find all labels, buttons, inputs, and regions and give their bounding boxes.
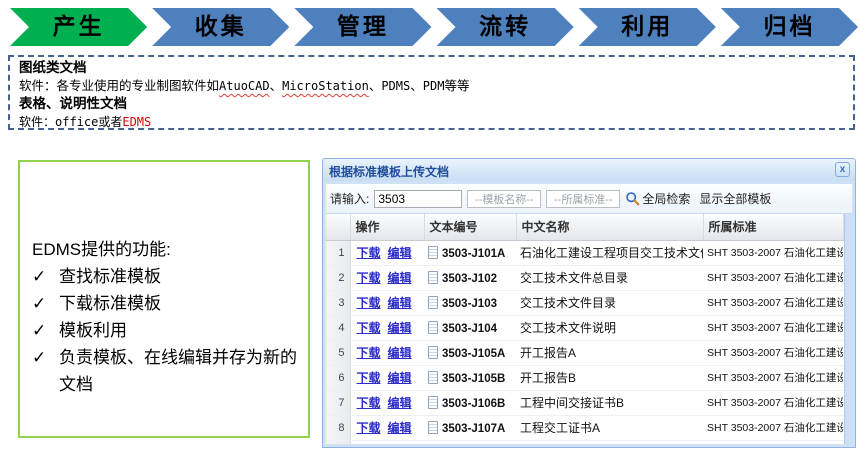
- edms-term: EDMS: [122, 115, 151, 129]
- dialog-titlebar[interactable]: 根据标准模板上传文档 x: [323, 159, 855, 181]
- note-line-drawing-software: 软件：各专业使用的专业制图软件如AtuoCAD、MicroStation、PDM…: [19, 77, 844, 95]
- search-icon: [625, 191, 640, 206]
- edms-features-box: EDMS提供的功能: ✓ 查找标准模板 ✓ 下载标准模板 ✓ 模板利用 ✓ 负责…: [18, 160, 310, 438]
- software-term: PDMS: [381, 79, 410, 93]
- flow-step-use[interactable]: 利用: [579, 8, 716, 46]
- list-item: ✓ 模板利用: [32, 317, 304, 344]
- table-row: 7 下载编辑 3503-J106B 工程中间交接证书B SHT 3503-200…: [326, 390, 843, 415]
- edit-link[interactable]: 编辑: [388, 246, 412, 260]
- name-header[interactable]: 中文名称: [516, 214, 703, 240]
- download-link[interactable]: 下载: [357, 346, 381, 360]
- document-icon: [428, 271, 438, 284]
- software-term: AtuoCAD: [219, 79, 270, 93]
- global-search-button[interactable]: 全局检索: [625, 190, 690, 207]
- ops-header[interactable]: 操作: [350, 214, 424, 240]
- table-row: 4 下载编辑 3503-J104 交工技术文件说明 SHT 3503-2007 …: [326, 315, 843, 340]
- note-heading-drawings: 图纸类文档: [19, 59, 844, 77]
- global-search-label: 全局检索: [642, 190, 690, 207]
- check-icon: ✓: [32, 263, 59, 290]
- download-link[interactable]: 下载: [357, 371, 381, 385]
- document-icon: [428, 346, 438, 359]
- flow-step-archive[interactable]: 归档: [721, 8, 858, 46]
- document-types-note: 图纸类文档 软件：各专业使用的专业制图软件如AtuoCAD、MicroStati…: [8, 55, 855, 130]
- edit-link[interactable]: 编辑: [388, 346, 412, 360]
- upload-template-dialog: 根据标准模板上传文档 x 请输入: 全局检索 显示全部模板: [322, 158, 856, 448]
- row-number-header[interactable]: [326, 214, 350, 240]
- show-all-templates-button[interactable]: 显示全部模板: [699, 190, 771, 207]
- document-icon: [428, 246, 438, 259]
- list-item: ✓ 查找标准模板: [32, 263, 304, 290]
- table-row: 1 下载编辑 3503-J101A 石油化工建设工程项目交工技术文件封面A SH…: [326, 240, 843, 265]
- dialog-body: 请输入: 全局检索 显示全部模板: [323, 181, 855, 447]
- download-link[interactable]: 下载: [357, 321, 381, 335]
- check-icon: ✓: [32, 344, 59, 398]
- edit-link[interactable]: 编辑: [388, 321, 412, 335]
- edit-link[interactable]: 编辑: [388, 421, 412, 435]
- table-header-row: 操作 文本编号 中文名称 所属标准: [326, 214, 843, 240]
- table-row: 2 下载编辑 3503-J102 交工技术文件总目录 SHT 3503-2007…: [326, 265, 843, 290]
- flow-step-transfer[interactable]: 流转: [437, 8, 574, 46]
- edit-link[interactable]: 编辑: [388, 296, 412, 310]
- code-header[interactable]: 文本编号: [424, 214, 516, 240]
- flow-step-produce[interactable]: 产生: [10, 8, 147, 46]
- table-row: 6 下载编辑 3503-J105B 开工报告B SHT 3503-2007 石油…: [326, 365, 843, 390]
- list-item: ✓ 下载标准模板: [32, 290, 304, 317]
- dialog-toolbar: 请输入: 全局检索 显示全部模板: [326, 184, 852, 214]
- flow-step-collect[interactable]: 收集: [152, 8, 289, 46]
- template-name-filter[interactable]: [467, 190, 541, 208]
- slide: 产生 收集 管理 流转 利用 归档 图纸类文档 软件：各专业使用的专业制图软件如…: [0, 0, 864, 466]
- software-term: PDM: [423, 79, 445, 93]
- download-link[interactable]: 下载: [357, 271, 381, 285]
- flow-step-manage[interactable]: 管理: [294, 8, 431, 46]
- document-icon: [428, 321, 438, 334]
- search-input-label: 请输入:: [330, 190, 369, 207]
- template-grid: 操作 文本编号 中文名称 所属标准 1 下载编辑 3503-J101A 石油化工…: [326, 214, 852, 447]
- close-icon[interactable]: x: [835, 162, 850, 177]
- table-row: 8 下载编辑 3503-J107A 工程交工证书A SHT 3503-2007 …: [326, 415, 843, 440]
- dialog-title: 根据标准模板上传文档: [329, 165, 449, 179]
- features-heading: EDMS提供的功能:: [32, 236, 304, 263]
- download-link[interactable]: 下载: [357, 396, 381, 410]
- document-icon: [428, 296, 438, 309]
- table-row-partial: [326, 440, 843, 447]
- check-icon: ✓: [32, 317, 59, 344]
- standard-header[interactable]: 所属标准: [703, 214, 843, 240]
- document-icon: [428, 396, 438, 409]
- edit-link[interactable]: 编辑: [388, 396, 412, 410]
- table-row: 5 下载编辑 3503-J105A 开工报告A SHT 3503-2007 石油…: [326, 340, 843, 365]
- table-row: 3 下载编辑 3503-J103 交工技术文件目录 SHT 3503-2007 …: [326, 290, 843, 315]
- edit-link[interactable]: 编辑: [388, 371, 412, 385]
- note-heading-tables: 表格、说明性文档: [19, 95, 844, 113]
- check-icon: ✓: [32, 290, 59, 317]
- download-link[interactable]: 下载: [357, 246, 381, 260]
- software-term: MicroStation: [282, 79, 369, 93]
- vertical-scrollbar[interactable]: [844, 214, 853, 447]
- process-flow: 产生 收集 管理 流转 利用 归档: [10, 8, 858, 46]
- template-table: 操作 文本编号 中文名称 所属标准 1 下载编辑 3503-J101A 石油化工…: [326, 214, 844, 447]
- standard-filter[interactable]: [546, 190, 620, 208]
- search-input[interactable]: [374, 190, 462, 208]
- download-link[interactable]: 下载: [357, 296, 381, 310]
- note-line-office-software: 软件：office或者EDMS: [19, 113, 844, 130]
- download-link[interactable]: 下载: [357, 421, 381, 435]
- list-item: ✓ 负责模板、在线编辑并存为新的文档: [32, 344, 304, 398]
- document-icon: [428, 371, 438, 384]
- document-icon: [428, 421, 438, 434]
- edit-link[interactable]: 编辑: [388, 271, 412, 285]
